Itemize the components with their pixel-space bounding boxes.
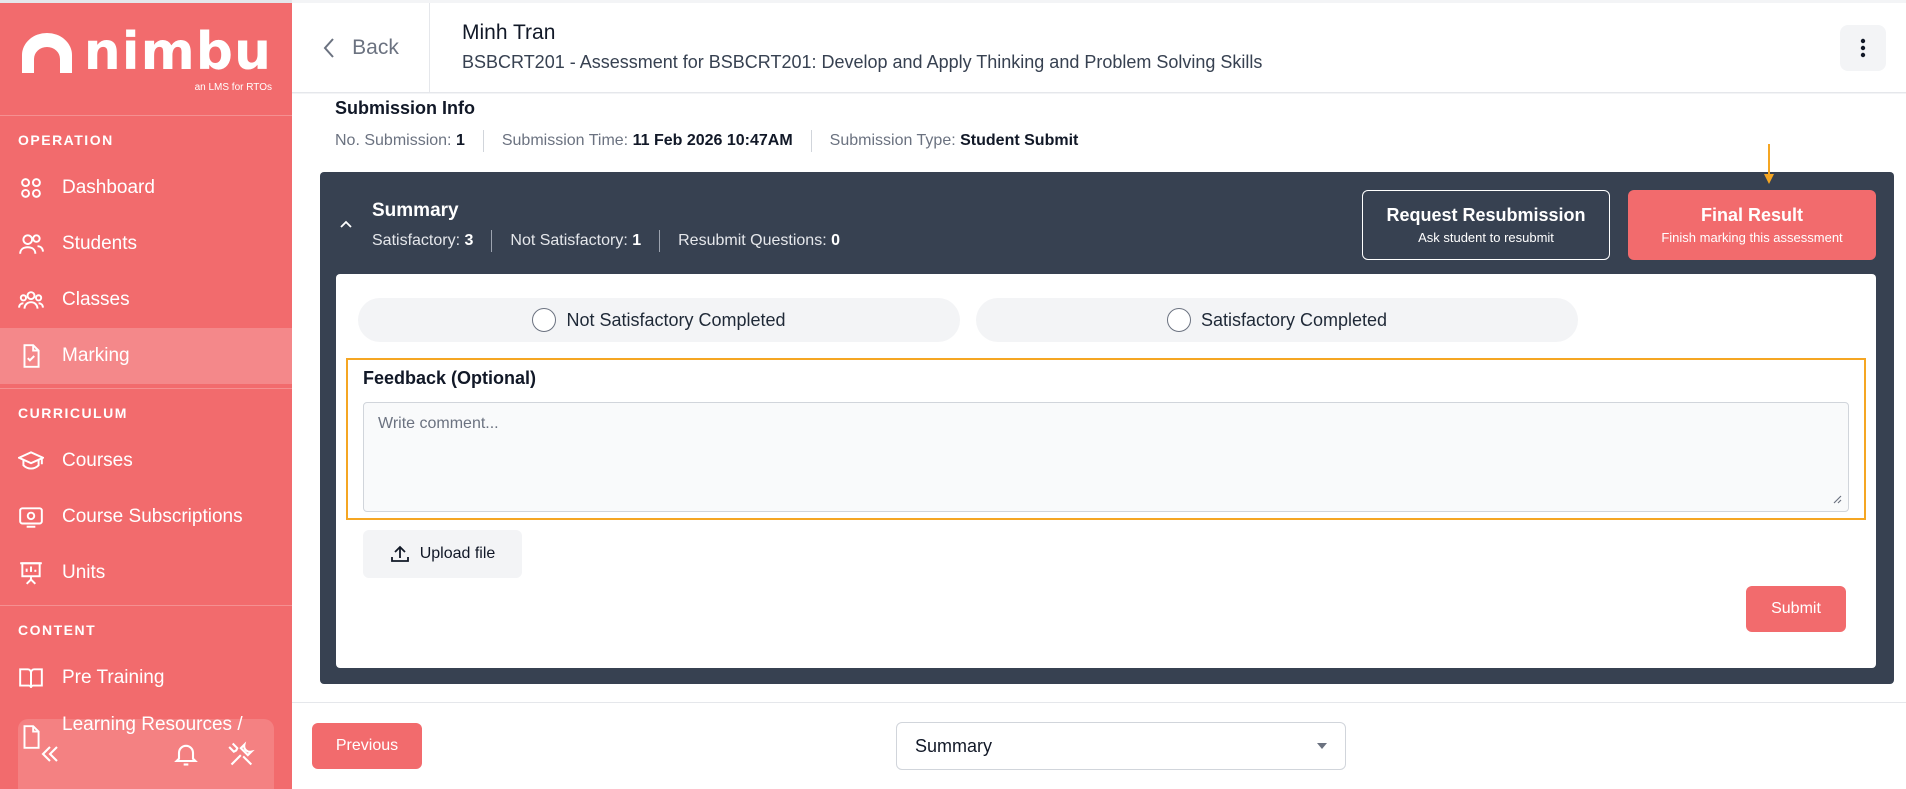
submit-button[interactable]: Submit: [1746, 586, 1846, 632]
summary-stats: Satisfactory: 3 Not Satisfactory: 1 Resu…: [372, 230, 840, 252]
book-open-icon: [19, 668, 43, 688]
no-submission-label: No. Submission:: [335, 132, 452, 149]
sidebar-item-label: Students: [62, 233, 137, 254]
chevron-up-icon[interactable]: [338, 216, 354, 232]
satisfactory-label: Satisfactory:: [372, 232, 461, 249]
document-check-icon: [23, 344, 40, 368]
sidebar-item-label: Pre Training: [62, 667, 165, 688]
sidebar-item-marking[interactable]: Marking: [0, 328, 292, 384]
grid-icon: [21, 178, 41, 198]
section-curriculum: CURRICULUM: [18, 405, 128, 421]
student-name: Minh Tran: [462, 21, 556, 44]
final-result-subtitle: Finish marking this assessment: [1661, 230, 1843, 245]
presentation-icon: [20, 562, 42, 585]
resubmit-questions-count: 0: [831, 232, 840, 249]
main-content: Submission Info No. Submission: 1 Submis…: [292, 94, 1906, 702]
divider: [0, 605, 292, 606]
divider: [0, 388, 292, 389]
page-footer: Previous Summary: [292, 702, 1906, 789]
users-icon: [19, 234, 44, 254]
radio-label: Satisfactory Completed: [1200, 309, 1388, 330]
upload-file-button[interactable]: Upload file: [363, 530, 522, 578]
request-resubmission-title: Request Resubmission: [1386, 205, 1586, 225]
chevron-left-icon: [323, 38, 334, 58]
sidebar-item-label: Classes: [62, 289, 130, 310]
section-operation: OPERATION: [18, 132, 114, 148]
back-label: Back: [352, 36, 399, 59]
sidebar-footer: [18, 719, 274, 789]
logo[interactable]: nimbu an LMS for RTOs: [0, 3, 292, 116]
submission-time-value: 11 Feb 2026 10:47AM: [632, 132, 793, 149]
sidebar-item-dashboard[interactable]: Dashboard: [0, 160, 292, 216]
upload-label: Upload file: [419, 545, 496, 562]
submission-type-value: Student Submit: [960, 132, 1079, 149]
satisfactory-count: 3: [464, 232, 474, 249]
feedback-label: Feedback (Optional): [363, 368, 537, 388]
request-resubmission-subtitle: Ask student to resubmit: [1418, 230, 1554, 245]
final-result-title: Final Result: [1700, 205, 1803, 225]
submission-time-label: Submission Time:: [501, 132, 629, 149]
sidebar-item-label: Marking: [62, 345, 130, 366]
radio-satisfactory-completed[interactable]: Satisfactory Completed: [976, 298, 1578, 342]
not-satisfactory-count: 1: [632, 232, 642, 249]
sidebar-item-classes[interactable]: Classes: [0, 272, 292, 328]
no-submission-value: 1: [455, 132, 465, 149]
sidebar-item-label: Dashboard: [62, 177, 155, 198]
bell-icon[interactable]: [172, 740, 200, 768]
back-button[interactable]: Back: [292, 3, 430, 93]
sidebar: nimbu an LMS for RTOs OPERATION Dashboar…: [0, 0, 292, 789]
logo-tagline: an LMS for RTOs: [194, 81, 272, 93]
assessment-title: BSBCRT201 - Assessment for BSBCRT201: De…: [462, 52, 1263, 72]
more-menu-button[interactable]: [1840, 25, 1886, 71]
resize-grip-icon[interactable]: [1830, 492, 1842, 504]
section-select-value: Summary: [915, 735, 993, 756]
submission-info-title: Submission Info: [335, 98, 476, 118]
divider: [659, 230, 661, 252]
collapse-icon[interactable]: [36, 740, 64, 768]
logo-text: nimbu: [83, 21, 272, 82]
feedback-section: Feedback (Optional): [346, 358, 1866, 520]
sidebar-item-students[interactable]: Students: [0, 216, 292, 272]
section-content: CONTENT: [18, 622, 97, 638]
radio-label: Not Satisfactory Completed: [566, 309, 786, 330]
divider: [482, 130, 484, 152]
sidebar-item-course-subscriptions[interactable]: Course Subscriptions: [0, 489, 292, 545]
submission-info-row: No. Submission: 1 Submission Time: 11 Fe…: [335, 130, 1078, 152]
divider: [810, 130, 812, 152]
sidebar-item-label: Units: [62, 562, 106, 583]
result-panel: Not Satisfactory Completed Satisfactory …: [336, 274, 1876, 668]
radio-circle[interactable]: [532, 308, 557, 332]
submission-info: Submission Info No. Submission: 1 Submis…: [322, 94, 1862, 174]
section-select[interactable]: Summary: [896, 722, 1346, 770]
page-header: Back Minh Tran BSBCRT201 - Assessment fo…: [292, 3, 1906, 93]
final-result-button[interactable]: Final Result Finish marking this assessm…: [1628, 190, 1876, 260]
not-satisfactory-label: Not Satisfactory:: [510, 232, 628, 249]
request-resubmission-button[interactable]: Request Resubmission Ask student to resu…: [1362, 190, 1610, 260]
sidebar-item-pre-training[interactable]: Pre Training: [0, 650, 292, 706]
graduation-cap-icon: [18, 451, 44, 470]
arrow-down-indicator: [1764, 144, 1774, 184]
kebab-menu-icon: [1860, 38, 1866, 58]
sidebar-item-label: Course Subscriptions: [62, 506, 243, 527]
previous-button[interactable]: Previous: [312, 723, 422, 769]
submission-type-label: Submission Type:: [829, 132, 956, 149]
caret-down-icon: [1317, 743, 1327, 749]
upload-icon: [390, 545, 409, 562]
radio-not-satisfactory-completed[interactable]: Not Satisfactory Completed: [358, 298, 960, 342]
sidebar-item-label: Courses: [62, 450, 133, 471]
sidebar-item-units[interactable]: Units: [0, 545, 292, 601]
sidebar-item-courses[interactable]: Courses: [0, 433, 292, 489]
resubmit-questions-label: Resubmit Questions:: [678, 232, 827, 249]
divider: [491, 230, 493, 252]
radio-circle[interactable]: [1166, 308, 1191, 332]
cloud-logo-icon: [21, 32, 72, 73]
summary-title: Summary: [372, 200, 459, 221]
group-icon: [18, 291, 44, 309]
tools-icon[interactable]: [228, 740, 256, 768]
comment-textarea[interactable]: [363, 402, 1849, 512]
id-card-icon: [19, 507, 43, 528]
summary-section: Summary Satisfactory: 3 Not Satisfactory…: [320, 144, 1894, 684]
